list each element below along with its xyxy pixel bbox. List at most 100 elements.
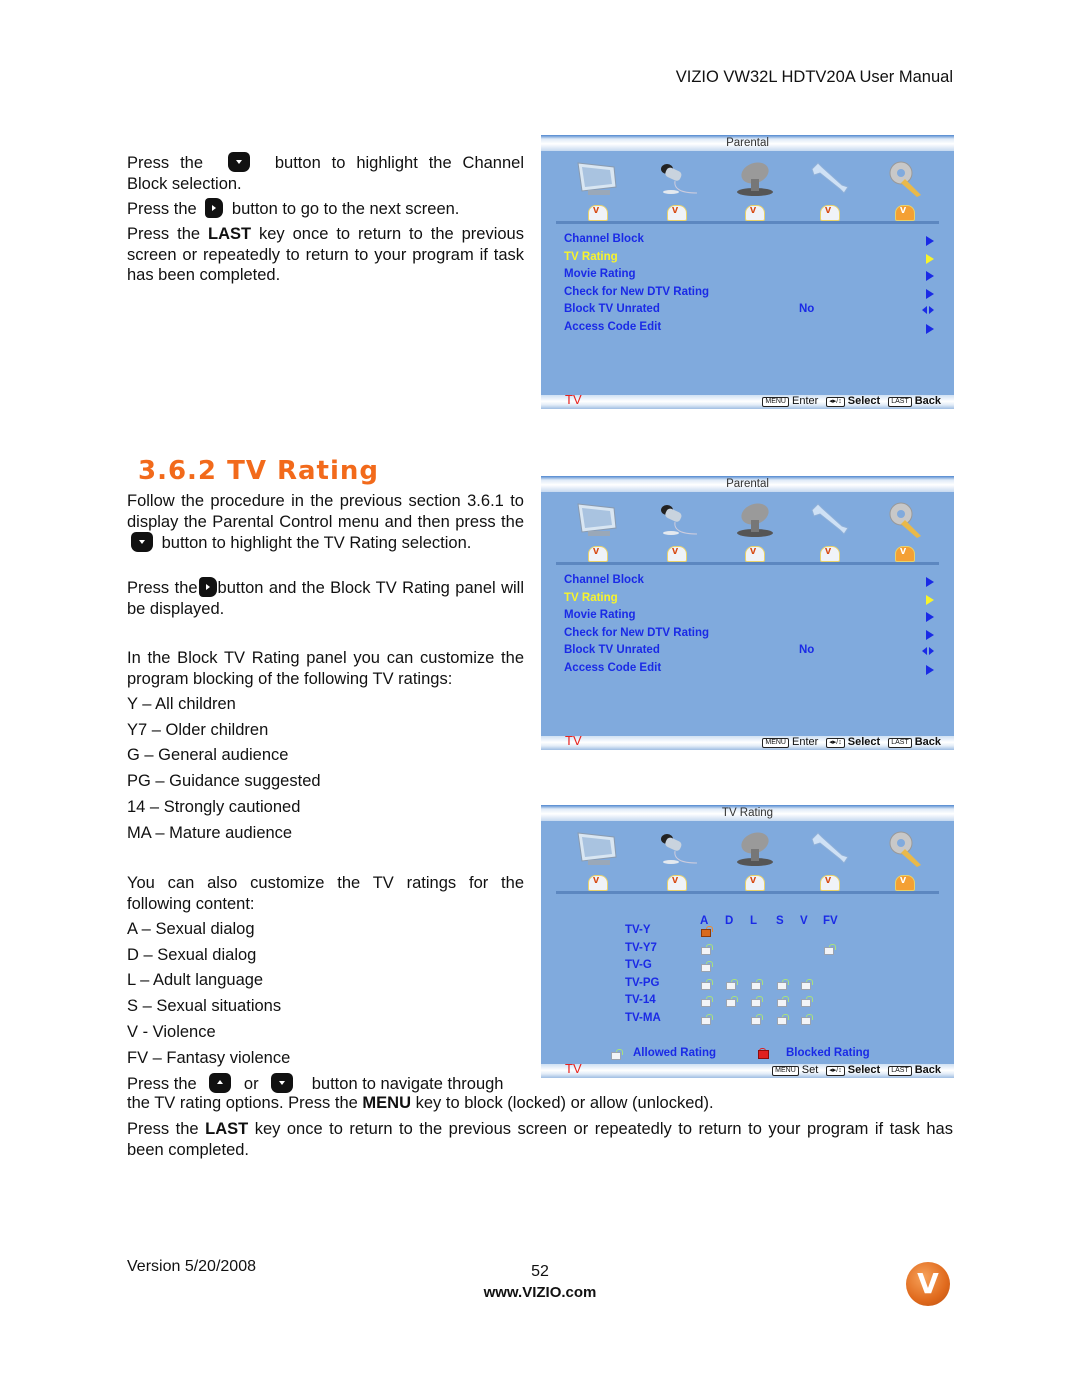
lock-body — [801, 981, 811, 990]
menu-item-label: Access Code Edit — [564, 320, 662, 333]
menu-tab-marker-icon[interactable] — [667, 204, 687, 221]
menu-tab-marker-icon[interactable] — [895, 204, 915, 221]
menu-item[interactable]: Channel Block — [564, 233, 934, 251]
menu-item[interactable]: Access Code Edit — [564, 662, 934, 680]
menu-item[interactable]: TV Rating — [564, 592, 934, 610]
blocked-legend-icon — [757, 1048, 769, 1059]
satellite-dish-icon[interactable] — [731, 500, 777, 538]
menu-item[interactable]: Check for New DTV Rating — [564, 286, 934, 304]
allowed-legend-icon — [611, 1049, 623, 1060]
rating-row-label[interactable]: TV-G — [625, 959, 652, 971]
menu-tab-marker-icon[interactable] — [588, 545, 608, 562]
last-key-hint-label: Back — [914, 736, 941, 748]
right-arrow-icon — [926, 594, 934, 605]
menu-item[interactable]: Block TV Unrated No — [564, 644, 934, 662]
menu-item[interactable]: Movie Rating — [564, 268, 934, 286]
menu-tab-marker-icon[interactable] — [588, 874, 608, 891]
microphone-icon[interactable] — [653, 500, 699, 538]
right-arrow-icon — [926, 236, 934, 246]
lock-body — [751, 981, 761, 990]
unlocked-icon[interactable] — [701, 1013, 713, 1025]
unlocked-icon[interactable] — [801, 996, 813, 1007]
rating-row-label[interactable]: TV-Y — [625, 924, 651, 936]
down-key-icon — [271, 1073, 294, 1093]
unlocked-icon[interactable] — [751, 978, 763, 990]
menu-tab-marker-icon[interactable] — [667, 874, 687, 891]
unlocked-icon[interactable] — [824, 943, 836, 955]
unlocked-icon[interactable] — [751, 1013, 763, 1025]
key-icon[interactable] — [881, 500, 927, 538]
menu-key-hint: MENU Enter — [762, 395, 818, 407]
tv-icon[interactable] — [574, 500, 620, 538]
key-icon[interactable] — [881, 159, 927, 197]
menu-tab-marker-icon[interactable] — [745, 204, 765, 221]
up-key-icon — [209, 1073, 232, 1093]
menu-item[interactable]: Channel Block — [564, 574, 934, 592]
selected-unlocked-icon[interactable] — [701, 926, 713, 937]
unlocked-icon[interactable] — [801, 1013, 813, 1025]
unlocked-icon[interactable] — [751, 996, 763, 1007]
rating-row-label[interactable]: TV-PG — [625, 977, 660, 989]
tv-icon[interactable] — [574, 829, 620, 867]
menu-key-icon: MENU — [762, 397, 789, 407]
key-icon[interactable] — [881, 829, 927, 867]
lock-body — [726, 981, 736, 990]
select-key-icon: ◂▸/↕ — [826, 397, 845, 407]
last-key-hint: LAST Back — [888, 736, 941, 748]
menu-tab-marker-icon[interactable] — [895, 874, 915, 891]
unlocked-icon[interactable] — [777, 1013, 789, 1025]
menu-separator — [556, 562, 939, 565]
wrench-icon[interactable] — [806, 159, 852, 197]
menu-tab-marker-icon[interactable] — [820, 204, 840, 221]
lock-body — [701, 981, 711, 990]
input-source-label: TV — [565, 733, 582, 748]
right-arrow-icon — [926, 664, 934, 675]
unlocked-icon[interactable] — [701, 996, 713, 1007]
menu-tab-marker-icon[interactable] — [667, 545, 687, 562]
microphone-icon[interactable] — [653, 159, 699, 197]
section-paragraph-5-cont: the TV rating options. Press the MENU ke… — [127, 1094, 714, 1112]
right-arrow-icon — [926, 612, 934, 623]
rating-row-label[interactable]: TV-MA — [625, 1012, 661, 1024]
wrench-icon[interactable] — [806, 829, 852, 867]
unlocked-icon[interactable] — [701, 961, 713, 972]
unlocked-icon[interactable] — [777, 978, 789, 990]
content-rating-list-item: V - Violence — [127, 1022, 216, 1041]
menu-item[interactable]: Access Code Edit — [564, 321, 934, 339]
menu-item[interactable]: TV Rating — [564, 251, 934, 269]
tv-rating-list-item: Y – All children — [127, 695, 236, 713]
menu-tab-marker-icon[interactable] — [895, 545, 915, 562]
lock-body — [801, 999, 811, 1007]
tv-rating-list-item: 14 – Strongly cautioned — [127, 797, 301, 816]
unlocked-icon[interactable] — [701, 978, 713, 990]
rating-row-label[interactable]: TV-Y7 — [625, 942, 657, 954]
rating-row-label[interactable]: TV-14 — [625, 994, 656, 1006]
lock-body — [611, 1052, 621, 1060]
tv-rating-list-item: G – General audience — [127, 746, 289, 765]
microphone-icon[interactable] — [653, 829, 699, 867]
unlocked-icon[interactable] — [777, 996, 789, 1007]
satellite-dish-icon[interactable] — [731, 829, 777, 867]
menu-item-label: Block TV Unrated — [564, 303, 660, 316]
unlocked-icon[interactable] — [726, 996, 738, 1007]
menu-icon-row — [541, 492, 954, 564]
menu-tab-marker-icon[interactable] — [745, 545, 765, 562]
menu-item[interactable]: Block TV Unrated No — [564, 303, 934, 321]
wrench-icon[interactable] — [806, 500, 852, 538]
menu-item[interactable]: Movie Rating — [564, 609, 934, 627]
menu-tab-marker-icon[interactable] — [745, 874, 765, 891]
osd-title: TV Rating — [541, 805, 954, 821]
satellite-dish-icon[interactable] — [731, 159, 777, 197]
unlocked-icon[interactable] — [801, 978, 813, 990]
last-key-icon: LAST — [888, 1066, 912, 1076]
menu-tab-marker-icon[interactable] — [820, 874, 840, 891]
unlocked-icon[interactable] — [701, 943, 713, 955]
menu-tab-marker-icon[interactable] — [588, 204, 608, 221]
section-paragraph-6: Press the LAST key once to return to the… — [127, 1120, 953, 1159]
unlocked-icon[interactable] — [726, 978, 738, 990]
menu-item[interactable]: Check for New DTV Rating — [564, 627, 934, 645]
tv-icon[interactable] — [574, 159, 620, 197]
menu-item-label: TV Rating — [564, 591, 618, 604]
menu-tab-marker-icon[interactable] — [820, 545, 840, 562]
lock-body — [701, 999, 711, 1007]
